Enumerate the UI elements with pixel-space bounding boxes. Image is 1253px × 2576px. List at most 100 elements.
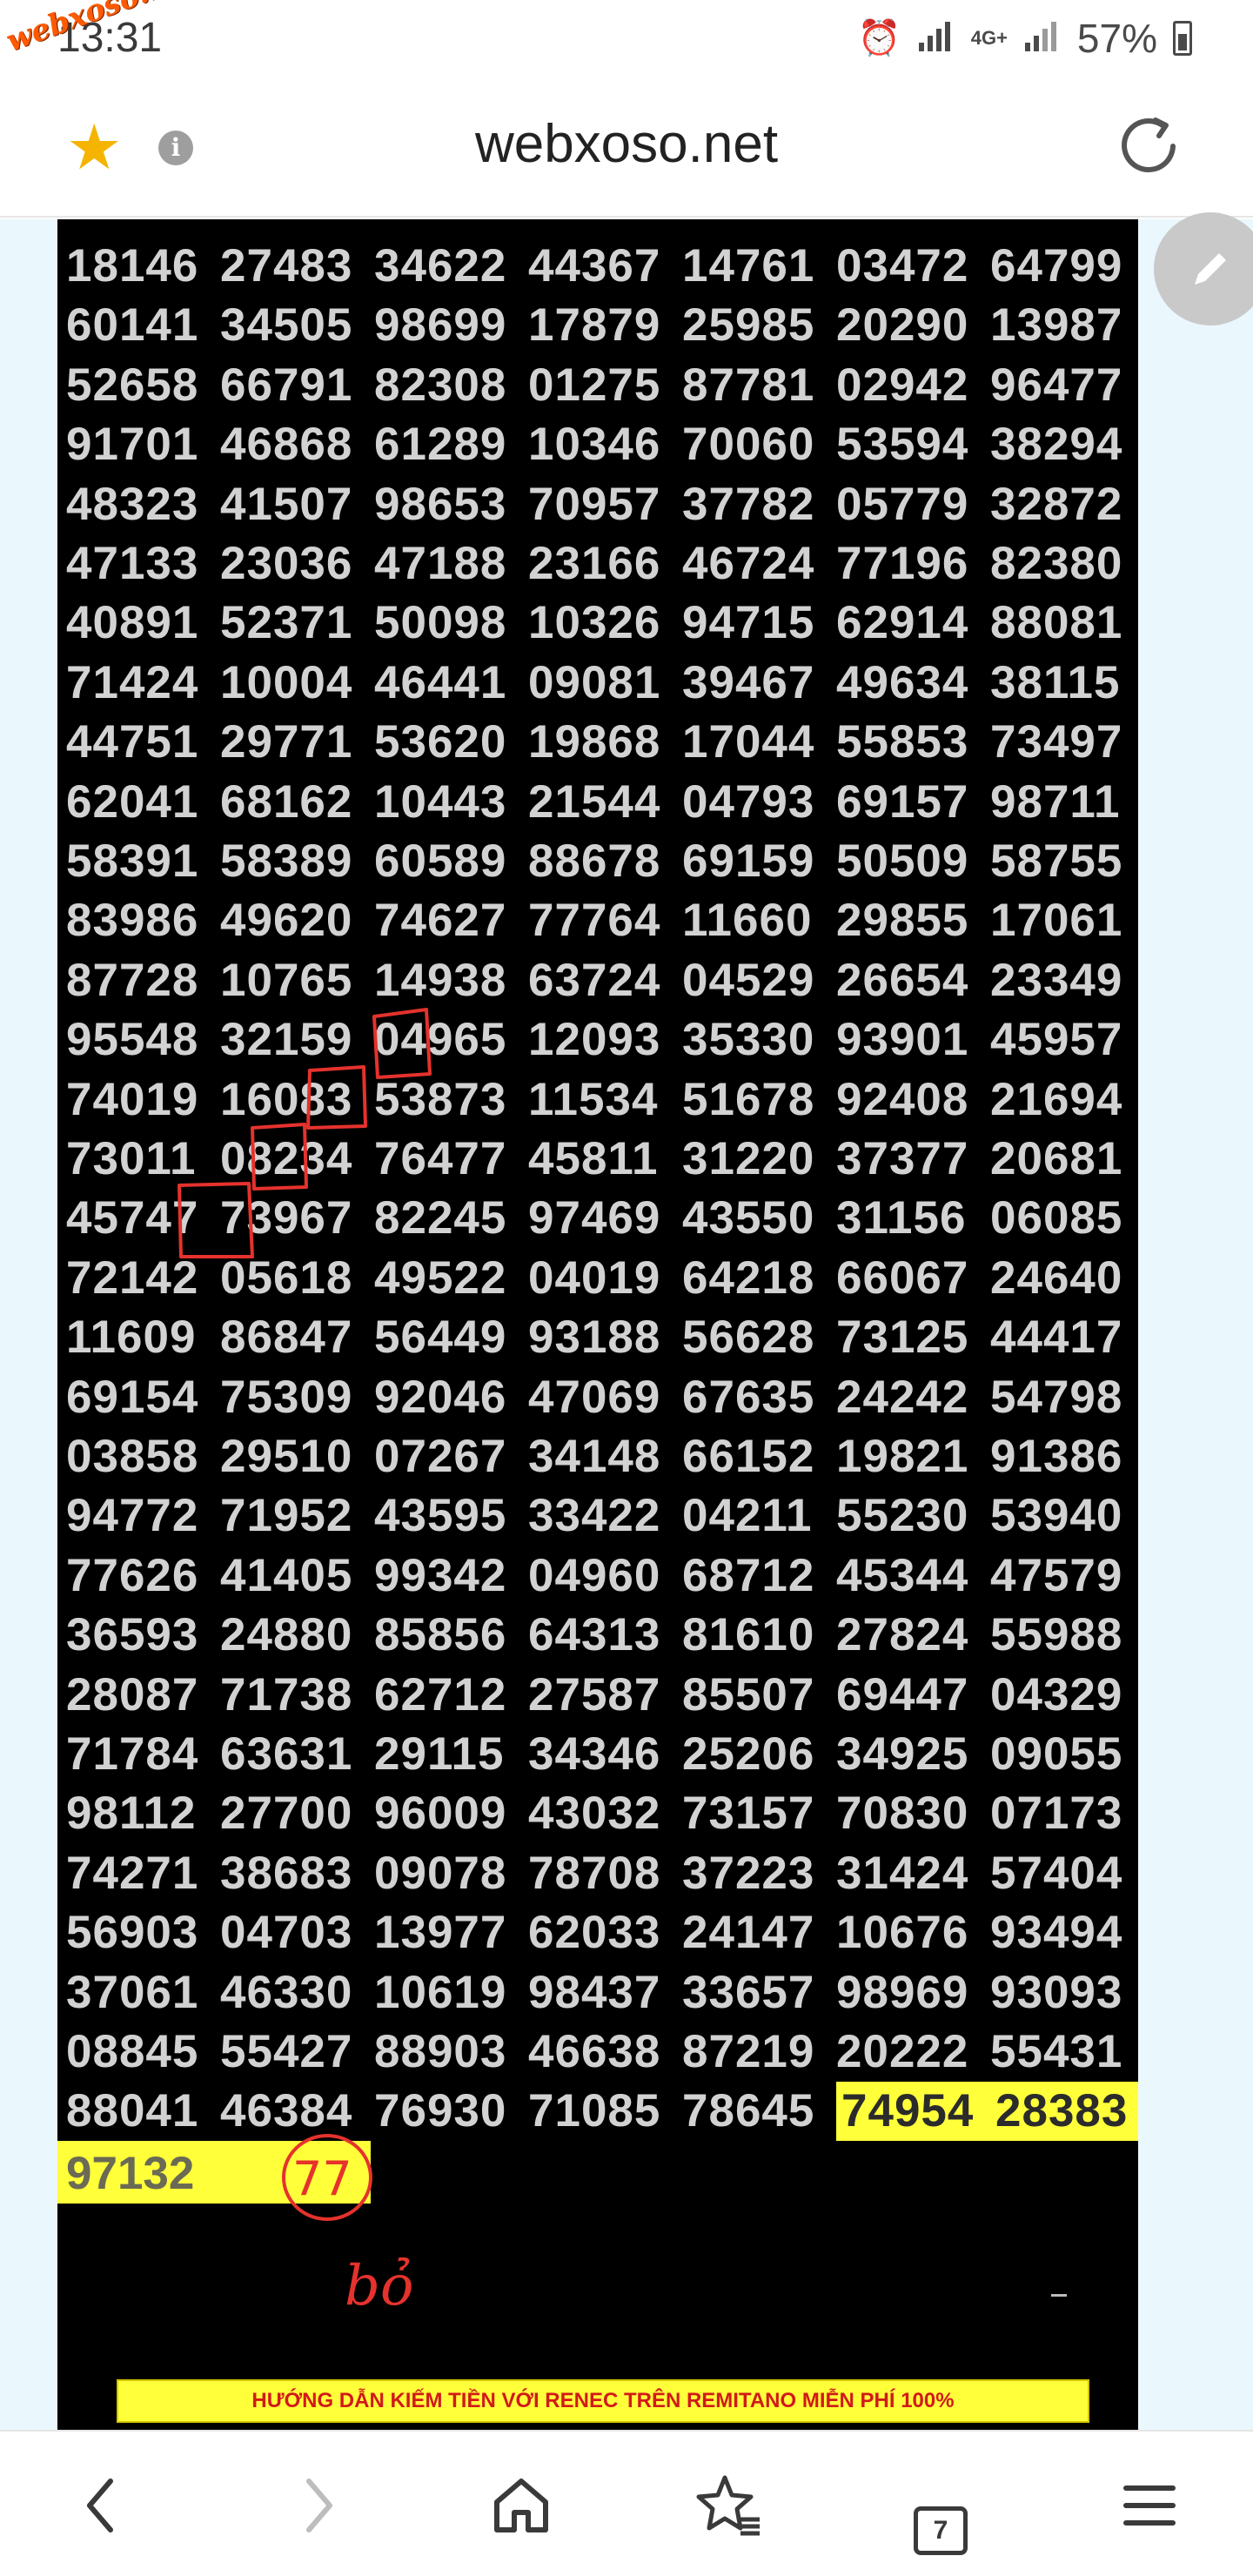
result-cell: 11609 — [66, 1311, 197, 1364]
result-cell: 86847 — [220, 1311, 353, 1364]
result-cell: 43595 — [374, 1490, 507, 1542]
result-cell: 37061 — [66, 1966, 199, 2018]
result-cell: 10443 — [374, 775, 507, 828]
result-cell: 93901 — [836, 1014, 969, 1066]
result-cell: 95548 — [66, 1014, 199, 1066]
result-cell: 69159 — [682, 835, 815, 887]
result-cell: 34622 — [374, 240, 507, 292]
result-row: 77626 41405 99342 04960 68712 45344 47579 — [66, 1546, 1138, 1606]
tabs-icon[interactable]: 7 — [901, 2466, 980, 2555]
result-cell: 77764 — [528, 895, 661, 947]
result-cell: 74954 — [836, 2082, 990, 2142]
signal-icon-secondary — [1023, 18, 1062, 59]
result-cell: 24880 — [220, 1609, 353, 1661]
tab-count: 7 — [914, 2506, 968, 2555]
result-cell: 11534 — [528, 1073, 659, 1125]
status-bar: 13:31 webxoso.net ⏰ 4G+ 57% — [0, 0, 1253, 78]
result-cell: 62914 — [836, 597, 969, 649]
result-cell: 13977 — [374, 1907, 507, 1959]
result-cell: 44367 — [528, 240, 661, 292]
result-cell: 69154 — [66, 1371, 199, 1423]
result-cell: 47579 — [990, 1549, 1123, 1601]
result-cell: 67635 — [682, 1371, 815, 1423]
result-cell: 46724 — [682, 538, 815, 589]
result-cell: 56903 — [66, 1907, 199, 1959]
result-cell: 02942 — [836, 359, 969, 411]
result-cell: 45811 — [528, 1133, 659, 1184]
result-cell: 69447 — [836, 1668, 969, 1721]
chevron-left-icon[interactable] — [63, 2466, 141, 2545]
result-cell: 61289 — [374, 419, 507, 471]
result-cell: 98969 — [836, 1966, 969, 2018]
result-cell: 68712 — [682, 1549, 815, 1601]
result-cell: 88041 — [66, 2085, 199, 2137]
result-cell: 73011 — [66, 1133, 197, 1184]
result-cell: 38294 — [990, 419, 1123, 471]
result-cell: 19821 — [836, 1431, 969, 1482]
url-text[interactable]: webxoso.net — [0, 113, 1253, 175]
result-cell: 31424 — [836, 1847, 969, 1899]
result-cell: 10676 — [836, 1907, 969, 1959]
result-cell: 66791 — [220, 359, 353, 411]
result-row: 71784 63631 29115 34346 25206 34925 09055 — [66, 1725, 1138, 1784]
result-row: 03858 29510 07267 34148 66152 19821 91386 — [66, 1427, 1138, 1486]
result-cell: 73157 — [682, 1788, 815, 1840]
result-cell: 27700 — [220, 1788, 353, 1840]
result-cell: 64313 — [528, 1609, 661, 1661]
result-cell: 47188 — [374, 538, 507, 589]
promo-banner[interactable]: HƯỚNG DẪN KIẾM TIỀN VỚI RENEC TRÊN REMIT… — [117, 2379, 1089, 2423]
star-list-icon[interactable] — [691, 2466, 769, 2545]
home-icon[interactable] — [482, 2466, 560, 2545]
result-cell: 68162 — [220, 775, 353, 828]
result-cell: 27587 — [528, 1668, 661, 1721]
result-cell: 32159 — [220, 1014, 353, 1066]
result-row: 91701 46868 61289 10346 70060 53594 38294 — [66, 415, 1138, 474]
result-cell: 10346 — [528, 419, 661, 471]
result-cell: 66067 — [836, 1251, 969, 1304]
result-cell: 91701 — [66, 419, 199, 471]
bottom-navigation: 7 — [0, 2430, 1253, 2576]
chevron-right-icon[interactable] — [278, 2466, 357, 2545]
result-cell: 41507 — [220, 478, 353, 530]
result-row: 08845 55427 88903 46638 87219 20222 55431 — [66, 2023, 1138, 2082]
result-cell: 18146 — [66, 240, 199, 292]
result-cell: 45344 — [836, 1549, 969, 1601]
result-cell: 20290 — [836, 299, 969, 352]
result-cell: 40891 — [66, 597, 199, 649]
result-cell: 78708 — [528, 1847, 661, 1899]
result-cell: 55853 — [836, 716, 969, 768]
result-cell: 34925 — [836, 1728, 969, 1780]
result-cell: 72142 — [66, 1251, 199, 1304]
result-cell: 62041 — [66, 775, 199, 828]
result-cell: 45957 — [990, 1014, 1123, 1066]
address-bar: ★ i webxoso.net — [0, 78, 1253, 218]
result-cell: 31156 — [836, 1192, 967, 1244]
result-cell: 07173 — [990, 1788, 1123, 1840]
result-cell: 98711 — [990, 775, 1121, 828]
result-cell: 82380 — [990, 538, 1123, 589]
result-cell: 94772 — [66, 1490, 199, 1542]
result-cell: 56628 — [682, 1311, 815, 1364]
result-cell: 49634 — [836, 656, 969, 708]
result-cell: 04965 — [374, 1014, 507, 1066]
result-cell: 24242 — [836, 1371, 969, 1423]
result-cell: 23349 — [990, 954, 1123, 1006]
result-cell: 25985 — [682, 299, 815, 352]
result-row: 36593 24880 85856 64313 81610 27824 55988 — [66, 1606, 1138, 1665]
result-cell: 64218 — [682, 1251, 815, 1304]
result-cell: 98699 — [374, 299, 507, 352]
reload-icon[interactable] — [1119, 113, 1180, 185]
result-cell: 77626 — [66, 1549, 199, 1601]
result-cell: 20681 — [990, 1133, 1123, 1184]
result-cell: 98437 — [528, 1966, 661, 2018]
menu-icon[interactable] — [1110, 2466, 1189, 2545]
result-cell: 25206 — [682, 1728, 815, 1780]
result-cell: 46638 — [528, 2026, 661, 2077]
result-cell: 75309 — [220, 1371, 353, 1423]
result-cell: 55230 — [836, 1490, 969, 1542]
result-cell: 55431 — [990, 2026, 1123, 2077]
result-row: 72142 05618 49522 04019 64218 66067 24640 — [66, 1249, 1138, 1308]
result-cell: 12093 — [528, 1014, 661, 1066]
result-cell: 28383 — [990, 2082, 1138, 2142]
result-cell: 64799 — [990, 240, 1123, 292]
